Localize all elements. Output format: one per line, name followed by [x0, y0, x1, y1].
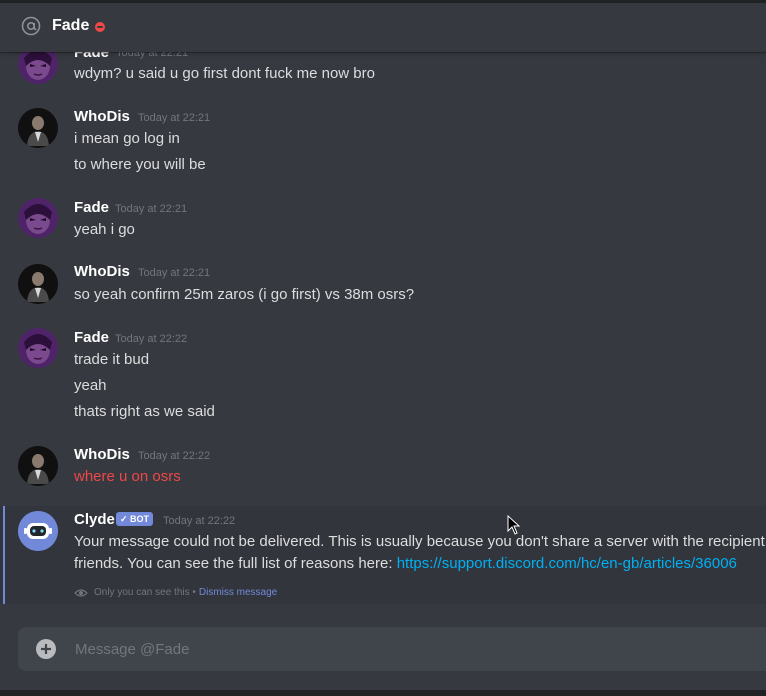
only-you-text: Only you can see this • [94, 587, 196, 598]
avatar[interactable] [18, 511, 58, 551]
timestamp: Today at 22:21 [138, 267, 211, 279]
whodis-avatar-icon [18, 264, 58, 304]
dismiss-message-link[interactable]: Dismiss message [199, 587, 277, 598]
message-text: wdym? u said u go first dont fuck me now… [74, 65, 375, 82]
eye-icon [74, 588, 88, 597]
message-text: yeah [74, 377, 107, 394]
avatar[interactable] [18, 264, 58, 304]
ephemeral-notice: Only you can see this • Dismiss message [74, 587, 277, 598]
clyde-message-text-part: friends. You can see the full list of re… [74, 555, 397, 572]
message-text: yeah i go [74, 221, 135, 238]
channel-header: Fade [0, 0, 766, 52]
plus-icon [41, 644, 51, 654]
window-bottom-edge [0, 690, 766, 696]
avatar[interactable] [18, 108, 58, 148]
timestamp: Today at 22:21 [115, 203, 188, 215]
username[interactable]: WhoDis [74, 108, 130, 125]
message-text: i mean go log in [74, 130, 180, 147]
do-not-disturb-status-icon [95, 22, 106, 32]
message-input[interactable] [73, 639, 766, 659]
timestamp: Today at 22:21 [138, 112, 211, 124]
at-sign-icon [20, 15, 42, 37]
message-text: thats right as we said [74, 403, 215, 420]
timestamp: Today at 22:22 [115, 333, 188, 345]
message-text: trade it bud [74, 351, 150, 368]
message-text: so yeah confirm 25m zaros (i go first) v… [74, 286, 415, 303]
mouse-cursor-icon [507, 515, 521, 535]
message-text: to where you will be [74, 156, 206, 173]
clyde-message-text-2: friends. You can see the full list of re… [74, 555, 737, 572]
username[interactable]: Clyde [74, 511, 115, 528]
username[interactable]: Fade [74, 199, 109, 216]
avatar[interactable] [18, 328, 58, 368]
avatar[interactable] [18, 446, 58, 486]
clyde-message-text: Your message could not be delivered. Thi… [74, 533, 766, 550]
message-composer [18, 627, 766, 671]
fade-avatar-icon [18, 328, 58, 368]
avatar[interactable] [18, 198, 58, 238]
username[interactable]: WhoDis [74, 446, 130, 463]
support-link[interactable]: https://support.discord.com/hc/en-gb/art… [397, 555, 737, 572]
whodis-avatar-icon [18, 446, 58, 486]
username[interactable]: WhoDis [74, 263, 130, 280]
message-list[interactable]: Fade Today at 22:21 wdym? u said u go fi… [0, 0, 766, 612]
page-title: Fade [52, 17, 90, 34]
window-edge [0, 0, 766, 3]
fade-avatar-icon [18, 198, 58, 238]
bot-badge: ✓ BOT [116, 512, 154, 526]
whodis-avatar-icon [18, 108, 58, 148]
ephemeral-accent-bar [3, 506, 5, 604]
timestamp: Today at 22:22 [163, 515, 236, 527]
message-text: where u on osrs [74, 468, 181, 485]
username[interactable]: Fade [74, 329, 109, 346]
attach-plus-button[interactable] [36, 639, 56, 659]
timestamp: Today at 22:22 [138, 450, 211, 462]
clyde-bot-avatar-icon [18, 511, 58, 551]
